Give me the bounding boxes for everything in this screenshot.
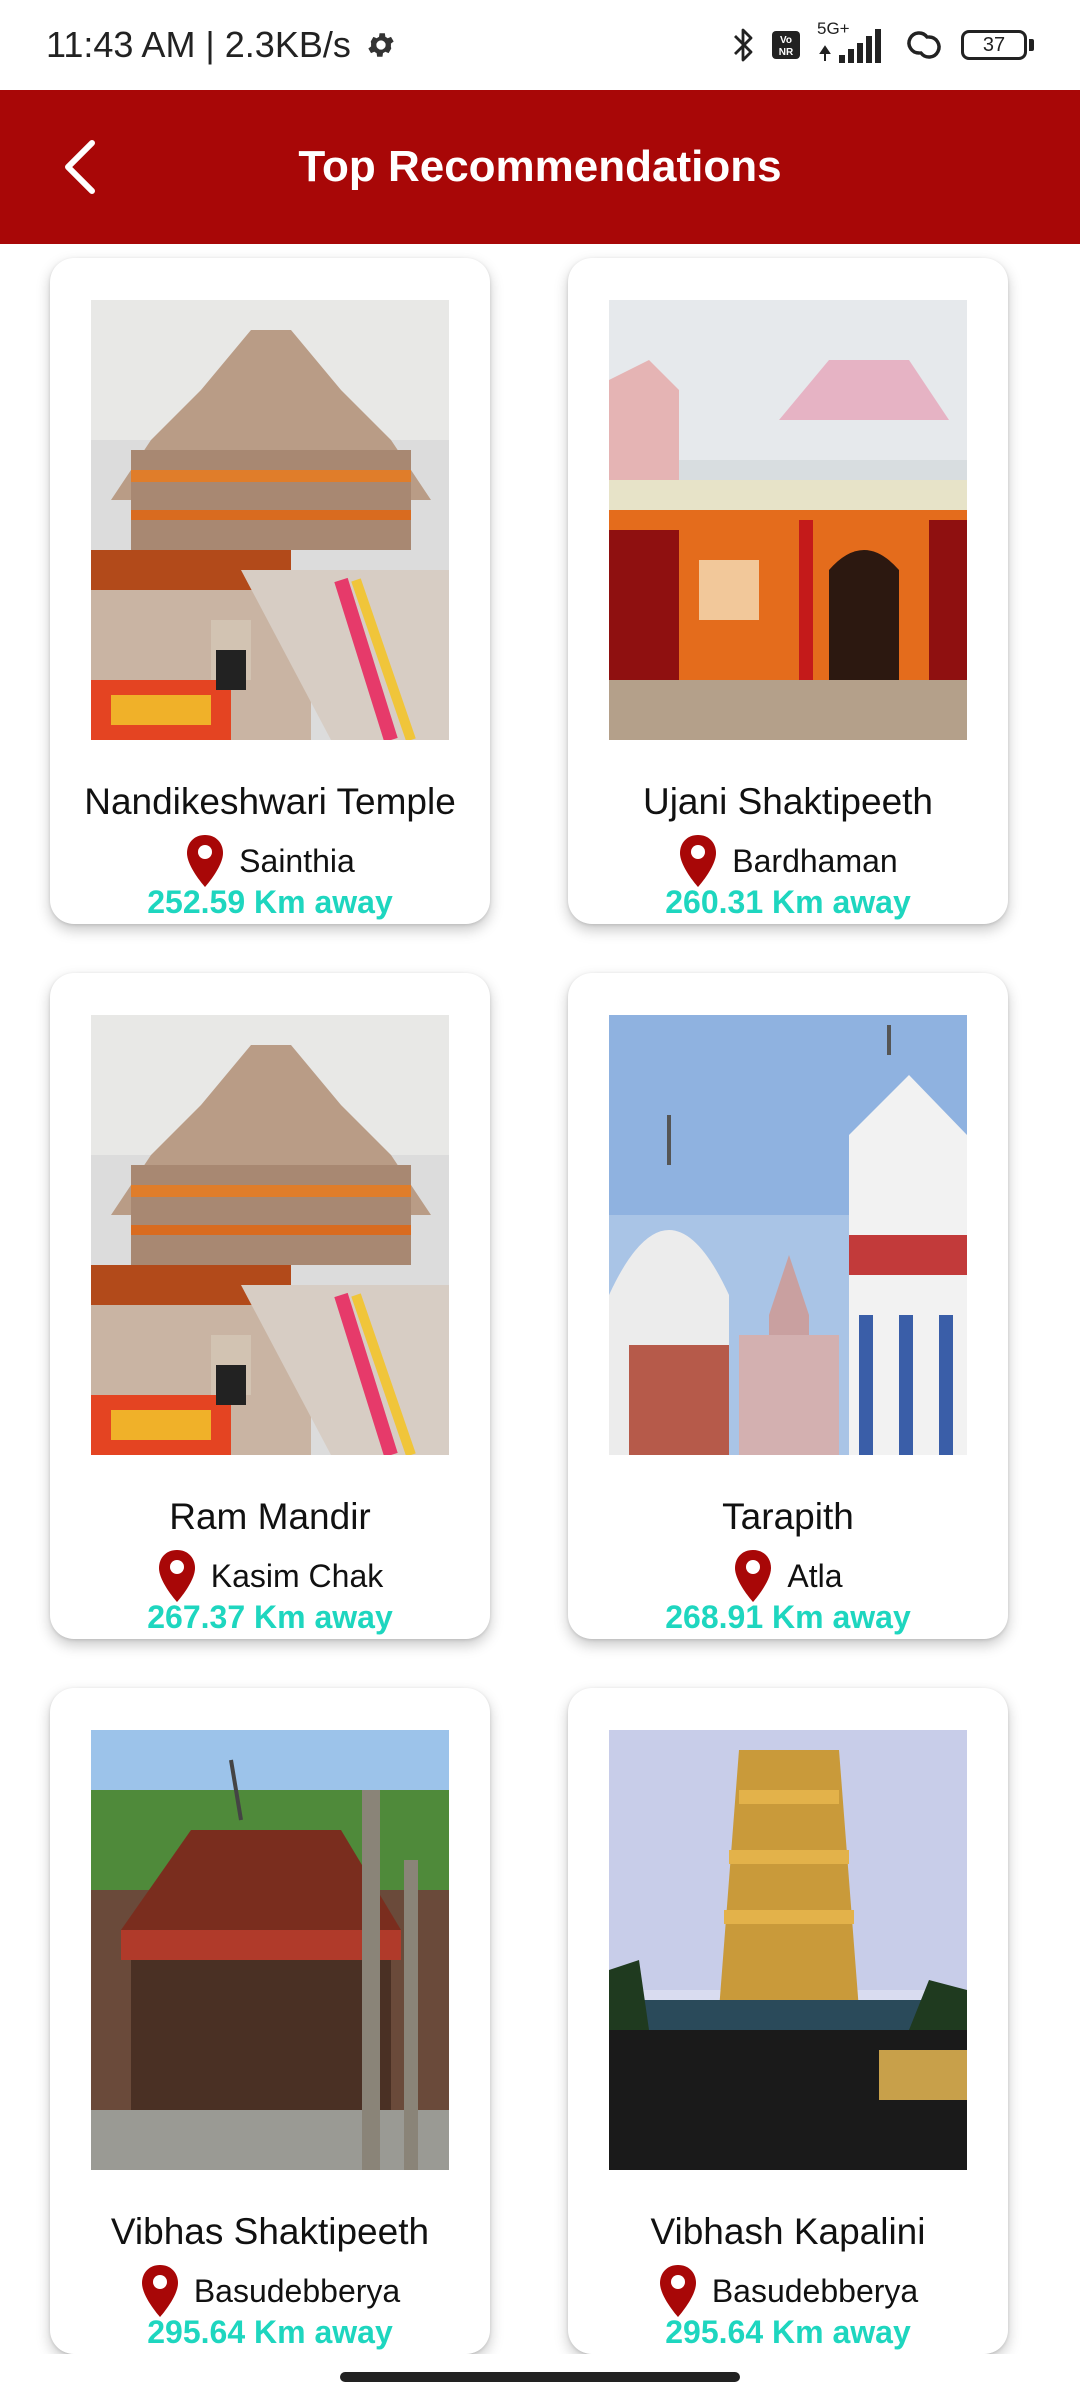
battery-indicator: 37 bbox=[961, 30, 1034, 60]
place-name: Nandikeshwari Temple bbox=[84, 781, 456, 822]
place-city: Kasim Chak bbox=[210, 1557, 384, 1594]
svg-text:Vo: Vo bbox=[780, 35, 792, 46]
place-name: Ujani Shaktipeeth bbox=[642, 781, 934, 822]
location-pin-icon bbox=[659, 2265, 696, 2317]
back-arrow-icon bbox=[65, 140, 95, 194]
place-name: Vibhas Shaktipeeth bbox=[110, 2211, 430, 2252]
place-city: Basudebberya bbox=[711, 2272, 919, 2309]
temple-image bbox=[91, 1015, 449, 1455]
volte-icon: Vo NR bbox=[772, 31, 800, 59]
location-pin-icon bbox=[158, 1550, 195, 1602]
status-time: 11:43 AM | 2.3KB/s bbox=[46, 24, 351, 65]
place-distance: 260.31 Km away bbox=[665, 884, 911, 920]
place-name: Ram Mandir bbox=[169, 1496, 371, 1537]
temple-image bbox=[91, 1730, 449, 2170]
place-location: Bardhaman bbox=[568, 833, 1008, 889]
place-card[interactable]: Ram Mandir Kasim Chak 267.37 Km away bbox=[50, 973, 490, 1639]
place-location: Basudebberya bbox=[50, 2263, 490, 2319]
recommendations-grid: Nandikeshwari Temple Sainthia 252.59 Km … bbox=[0, 244, 1080, 2354]
place-card[interactable]: Vibhas Shaktipeeth Basudebberya 295.64 K… bbox=[50, 1688, 490, 2354]
place-location: Basudebberya bbox=[568, 2263, 1008, 2319]
place-city: Sainthia bbox=[239, 842, 355, 879]
place-distance: 252.59 Km away bbox=[147, 884, 393, 920]
temple-image bbox=[609, 1015, 967, 1455]
place-location: Kasim Chak bbox=[50, 1548, 490, 1604]
page-title: Top Recommendations bbox=[298, 142, 782, 191]
place-name: Tarapith bbox=[722, 1496, 854, 1537]
place-card[interactable]: Tarapith Atla 268.91 Km away bbox=[568, 973, 1008, 1639]
place-distance: 268.91 Km away bbox=[665, 1599, 911, 1635]
app-bar: Top Recommendations bbox=[0, 90, 1080, 244]
battery-level: 37 bbox=[961, 30, 1027, 60]
temple-image bbox=[609, 300, 967, 740]
cellular-signal: 5G+ bbox=[817, 19, 887, 67]
link-icon bbox=[907, 31, 941, 59]
place-card[interactable]: Vibhash Kapalini Basudebberya 295.64 Km … bbox=[568, 1688, 1008, 2354]
signal-strength-icon bbox=[819, 29, 881, 63]
svg-text:NR: NR bbox=[779, 47, 794, 58]
temple-image bbox=[91, 300, 449, 740]
place-city: Basudebberya bbox=[193, 2272, 401, 2309]
temple-image bbox=[609, 1730, 967, 2170]
place-distance: 295.64 Km away bbox=[147, 2314, 393, 2350]
place-distance: 295.64 Km away bbox=[665, 2314, 911, 2350]
location-pin-icon bbox=[141, 2265, 178, 2317]
place-name: Vibhash Kapalini bbox=[650, 2211, 926, 2252]
bluetooth-icon bbox=[734, 28, 753, 62]
place-location: Sainthia bbox=[50, 833, 490, 889]
settings-gear-icon bbox=[368, 33, 394, 57]
place-city: Bardhaman bbox=[732, 842, 898, 879]
location-pin-icon bbox=[680, 835, 717, 887]
place-card[interactable]: Ujani Shaktipeeth Bardhaman 260.31 Km aw… bbox=[568, 258, 1008, 924]
status-bar: 11:43 AM | 2.3KB/s Vo NR 5G+ 37 bbox=[0, 0, 1080, 90]
place-city: Atla bbox=[787, 1557, 843, 1594]
location-pin-icon bbox=[735, 1550, 772, 1602]
place-location: Atla bbox=[568, 1548, 1008, 1604]
gesture-nav-bar bbox=[0, 2354, 1080, 2400]
place-card[interactable]: Nandikeshwari Temple Sainthia 252.59 Km … bbox=[50, 258, 490, 924]
location-pin-icon bbox=[187, 835, 224, 887]
back-button[interactable] bbox=[40, 127, 120, 207]
home-handle[interactable] bbox=[340, 2372, 740, 2382]
place-distance: 267.37 Km away bbox=[147, 1599, 393, 1635]
